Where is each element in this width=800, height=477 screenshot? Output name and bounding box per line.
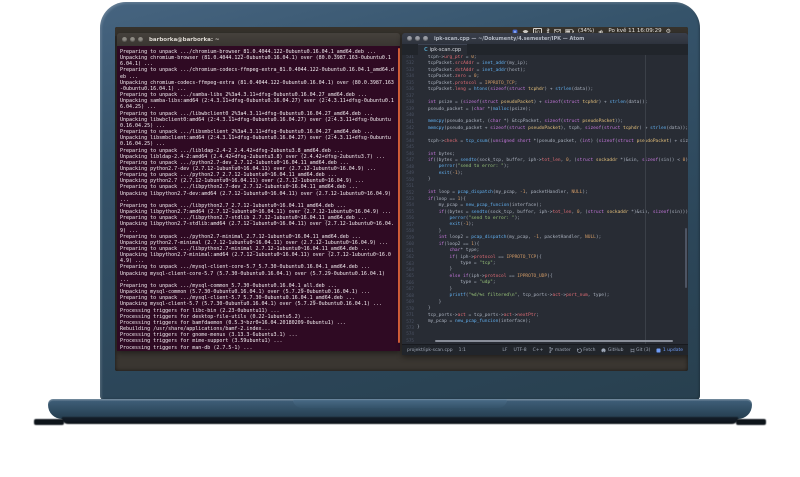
laptop-foot-right: [736, 419, 766, 425]
tab-label: ipk-scan.cpp: [429, 47, 462, 53]
c-file-icon: C: [424, 47, 428, 53]
editor-title: ipk-scan.cpp — ~/Dokumenty/4.semester/IP…: [434, 35, 585, 42]
status-file-path[interactable]: projekt/ipk-scan.cpp: [407, 348, 453, 353]
editor-vertical-scrollbar[interactable]: [685, 228, 687, 289]
editor-status-bar: projekt/ipk-scan.cpp 1:1 LF UTF-8 C++ ma…: [402, 344, 688, 355]
terminal-maximize-button[interactable]: [138, 37, 143, 42]
update-package-icon: [656, 348, 661, 352]
status-language[interactable]: C++: [533, 348, 544, 353]
editor-horizontal-scrollbar[interactable]: [435, 340, 673, 342]
base-notch: [293, 399, 507, 408]
terminal-minimize-button[interactable]: [130, 37, 135, 42]
editor-titlebar[interactable]: ipk-scan.cpp — ~/Dokumenty/4.semester/IP…: [402, 33, 688, 44]
editor-gutter: 531 532 533 534 535 536 537 538 539 540 541 542 543 5…: [406, 55, 414, 344]
status-branch[interactable]: master: [549, 347, 571, 353]
laptop-screen: En (34%) Po kvě 11 16:09:29 ⚙ barborka@b…: [115, 27, 688, 371]
status-line-ending[interactable]: LF: [502, 348, 507, 353]
wrap-guide: [645, 55, 646, 344]
editor-tab-bar: C ipk-scan.cpp: [402, 44, 688, 55]
git-branch-icon: [549, 347, 554, 353]
terminal-output: Preparing to unpack .../chromium-browser…: [120, 49, 394, 351]
github-icon: [601, 347, 607, 353]
laptop-mockup: En (34%) Po kvě 11 16:09:29 ⚙ barborka@b…: [0, 0, 800, 477]
editor-maximize-button[interactable]: [423, 36, 428, 41]
status-git[interactable]: Git (3): [630, 348, 650, 353]
editor-minimize-button[interactable]: [415, 36, 420, 41]
laptop-base: [48, 399, 752, 419]
editor-pane[interactable]: 531 532 533 534 535 536 537 538 539 540 541 542 543 5…: [402, 55, 688, 344]
terminal-title: barborka@barborka: ~: [149, 36, 220, 43]
status-encoding[interactable]: UTF-8: [514, 348, 527, 353]
editor-code-lines: tcph->urg_ptr = 0; tcpPacket.srcAddr = i…: [417, 55, 688, 331]
terminal-scrollbar[interactable]: [398, 48, 400, 343]
laptop-bottom-strip: [62, 417, 738, 424]
editor-close-button[interactable]: [407, 36, 412, 41]
status-cursor-position[interactable]: 1:1: [459, 348, 466, 353]
tab-ipk-scan-cpp[interactable]: C ipk-scan.cpp: [418, 44, 468, 55]
status-updates[interactable]: 1 update: [656, 348, 683, 353]
editor-code[interactable]: tcph->urg_ptr = 0; tcpPacket.srcAddr = i…: [417, 55, 688, 344]
status-github[interactable]: GitHub: [601, 347, 624, 353]
status-fetch[interactable]: Fetch: [576, 347, 595, 353]
git-diff-icon: [630, 348, 634, 352]
laptop-foot-left: [34, 419, 64, 425]
terminal-titlebar[interactable]: barborka@barborka: ~: [117, 33, 400, 46]
terminal-body[interactable]: Preparing to unpack .../chromium-browser…: [117, 46, 400, 351]
fetch-sync-icon: [576, 347, 582, 353]
terminal-close-button[interactable]: [122, 37, 127, 42]
editor-window: ipk-scan.cpp — ~/Dokumenty/4.semester/IP…: [402, 33, 688, 355]
terminal-window: barborka@barborka: ~ Preparing to unpack…: [117, 33, 400, 351]
